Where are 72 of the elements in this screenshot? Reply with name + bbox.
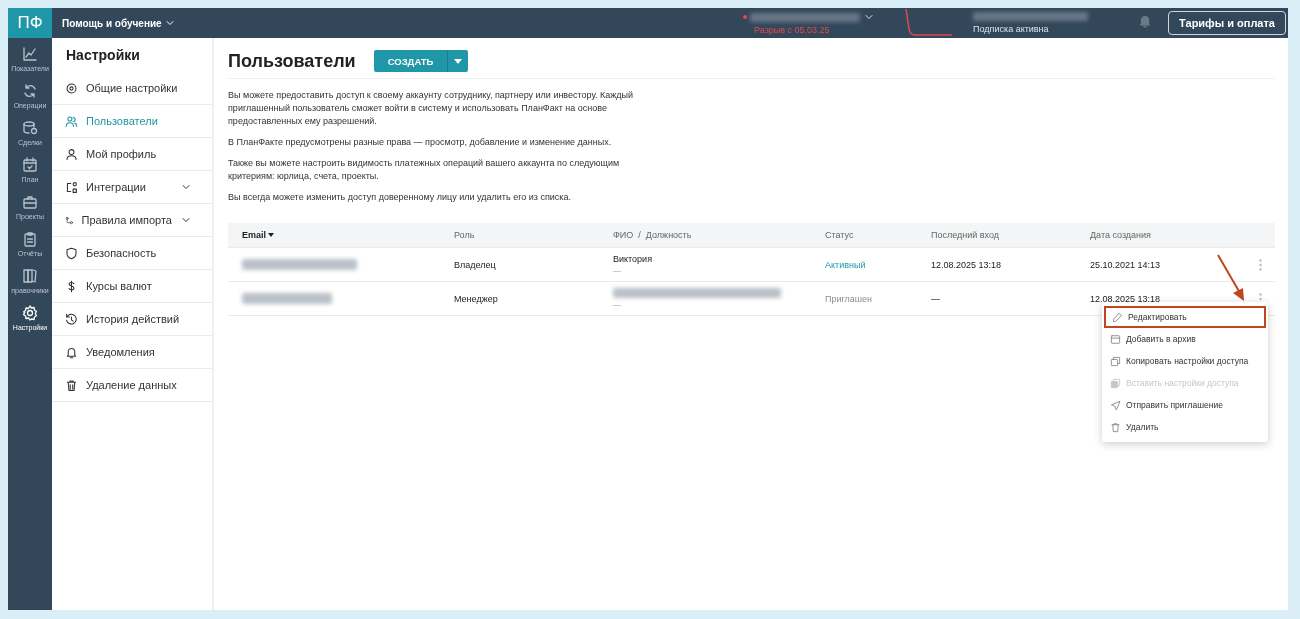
menu-item[interactable]: Удалить <box>1104 416 1266 438</box>
page-title: Пользователи <box>228 50 356 72</box>
table-cell-text: — <box>931 293 941 304</box>
books-icon <box>22 268 38 284</box>
sidebar-item[interactable]: Общие настройки <box>52 72 212 105</box>
sidebar-item[interactable]: Курсы валют <box>52 270 212 303</box>
column-header: Роль <box>454 230 476 240</box>
table-cell-text: 12.08.2025 13:18 <box>1090 293 1162 304</box>
subscription-status: Подписка активна <box>973 24 1050 34</box>
clipboard-icon <box>22 231 38 247</box>
status-dot <box>743 15 748 19</box>
trash-icon <box>1110 421 1121 433</box>
bell-icon <box>1138 14 1153 28</box>
kebab-icon <box>1258 258 1262 271</box>
briefcase-icon <box>22 194 38 210</box>
description-paragraph: Вы всегда можете изменить доступ доверенному лицу или удалить его из списка. <box>228 191 572 204</box>
archive-icon <box>1110 333 1121 345</box>
table-cell-text: 25.10.2021 14:13 <box>1090 259 1162 270</box>
shield-icon <box>65 246 78 260</box>
paste-icon <box>1110 377 1121 389</box>
sidebar-item[interactable]: Пользователи <box>52 105 212 138</box>
integrations-icon <box>65 180 78 194</box>
help-menu[interactable]: Помощь и обучение <box>62 17 176 29</box>
pencil-icon <box>1112 311 1123 323</box>
dollar-icon <box>65 279 78 293</box>
menu-item[interactable]: Отправить приглашение <box>1104 394 1266 416</box>
menu-item[interactable]: Копировать настройки доступа <box>1104 350 1266 372</box>
sidebar-title: Настройки <box>65 46 141 65</box>
tariffs-button[interactable]: Тарифы и оплата <box>1168 11 1286 35</box>
send-icon <box>1110 399 1121 411</box>
calendar-icon <box>22 157 38 173</box>
sidebar-item[interactable]: Удаление данных <box>52 369 212 402</box>
table-cell-text: Менеджер <box>454 293 499 304</box>
table-cell-text: — <box>613 266 622 275</box>
menu-item[interactable]: Редактировать <box>1104 306 1266 328</box>
column-header: Дата создания <box>1090 230 1152 240</box>
annotation-arrow <box>1216 253 1246 303</box>
table-cell-text: Виктория <box>613 254 653 264</box>
sidebar-item[interactable]: Интеграции <box>52 171 212 204</box>
sidebar-item[interactable]: Уведомления <box>52 336 212 369</box>
database-icon <box>22 120 38 136</box>
user-icon <box>65 147 78 161</box>
gap-notice: Разрыв с 05.03.25 <box>754 25 831 35</box>
users-icon <box>65 114 78 128</box>
description-paragraph: Вы можете предоставить доступ к своему аккаунту сотруднику, партнеру или инвестору. Каждый приглашенный пользователь сможет войти в систему и использовать ПланФакт на основе предоставленных ему разрешений. <box>228 89 635 128</box>
sidebar-item[interactable]: Мой профиль <box>52 138 212 171</box>
status-text: Активный <box>825 259 866 270</box>
column-header[interactable]: Email <box>242 230 454 240</box>
description-paragraph: Также вы можете настроить видимость платежных операций вашего аккаунта по следующим критериям: юрлица, счета, проекты. <box>228 157 621 183</box>
table-cell-text: — <box>613 300 622 309</box>
refresh-icon <box>22 83 38 99</box>
sidebar-item[interactable]: Безопасность <box>52 237 212 270</box>
status-text: Приглашен <box>825 293 873 304</box>
gear-icon <box>22 305 38 321</box>
menu-item[interactable]: Добавить в архив <box>1104 328 1266 350</box>
chart-icon <box>22 46 38 62</box>
copy-icon <box>1110 355 1121 367</box>
gear-icon <box>65 81 78 95</box>
sparkline <box>905 9 954 37</box>
history-icon <box>65 312 78 326</box>
column-header: Последний вход <box>931 230 1001 240</box>
column-header: Статус <box>825 230 855 240</box>
sidebar-item[interactable]: История действий <box>52 303 212 336</box>
table-cell-text: 12.08.2025 13:18 <box>931 259 1003 270</box>
bell-icon <box>65 345 78 359</box>
trash-icon <box>65 378 78 392</box>
description-paragraph: В ПланФакте предусмотрены разные права — просмотр, добавление и изменение данных. <box>228 136 613 149</box>
caret-icon <box>454 58 463 64</box>
sidebar-item[interactable]: Правила импорта <box>52 204 212 237</box>
column-header: ФИО / Должность <box>613 230 693 240</box>
table-cell-text: Владелец <box>454 259 497 270</box>
sort-caret-icon <box>268 233 274 237</box>
